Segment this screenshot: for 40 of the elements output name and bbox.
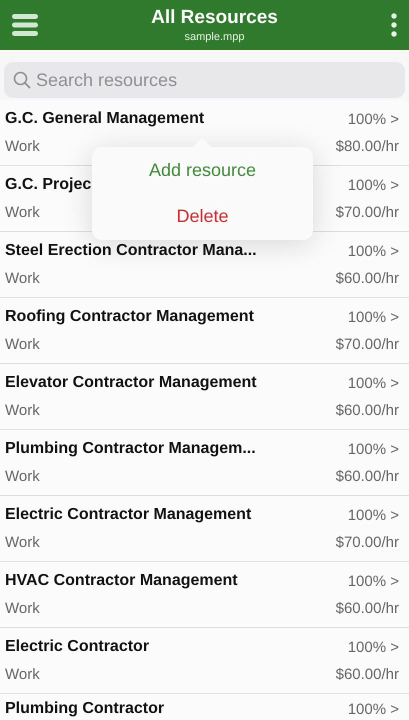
resource-units: 100% > (348, 242, 399, 260)
resource-name: Electric Contractor Management (5, 506, 252, 524)
resource-units: 100% > (348, 440, 399, 458)
resource-units: 100% > (348, 176, 399, 194)
resource-units: 100% > (348, 110, 399, 128)
resource-units: 100% > (348, 374, 399, 392)
resource-type: Work (5, 600, 40, 617)
resource-name: Elevator Contractor Management (5, 374, 257, 392)
resource-name: Plumbing Contractor Managem... (5, 440, 256, 458)
resource-name: Steel Erection Contractor Mana... (5, 242, 257, 260)
resource-rate: $70.00/hr (336, 336, 399, 353)
resource-rate: $80.00/hr (336, 138, 399, 155)
resource-type: Work (5, 402, 40, 419)
resource-rate: $70.00/hr (336, 534, 399, 551)
resource-type: Work (5, 138, 40, 155)
resource-rate: $60.00/hr (336, 402, 399, 419)
resource-units: 100% > (348, 506, 399, 524)
resource-type: Work (5, 666, 40, 683)
resource-units: 100% > (348, 638, 399, 656)
resource-type: Work (5, 534, 40, 551)
resource-type: Work (5, 204, 40, 221)
resource-rate: $60.00/hr (336, 600, 399, 617)
resource-name: Plumbing Contractor (5, 700, 164, 718)
resource-type: Work (5, 336, 40, 353)
file-name: sample.mpp (184, 31, 244, 43)
resource-name: HVAC Contractor Management (5, 572, 238, 590)
resource-type: Work (5, 468, 40, 485)
screen-title: All Resources (151, 7, 278, 29)
resource-type: Work (5, 270, 40, 287)
resource-name: Electric Contractor (5, 638, 150, 656)
resource-name: G.C. General Management (5, 110, 204, 128)
resource-rate: $60.00/hr (336, 270, 399, 287)
resource-rate: $60.00/hr (336, 666, 399, 683)
resource-name: G.C. Projec (5, 176, 92, 194)
resource-rate: $70.00/hr (336, 204, 399, 221)
resource-rate: $60.00/hr (336, 468, 399, 485)
resource-units: 100% > (348, 572, 399, 590)
resource-units: 100% > (348, 308, 399, 326)
resource-name: Roofing Contractor Management (5, 308, 254, 326)
resource-units: 100% > (348, 700, 399, 718)
